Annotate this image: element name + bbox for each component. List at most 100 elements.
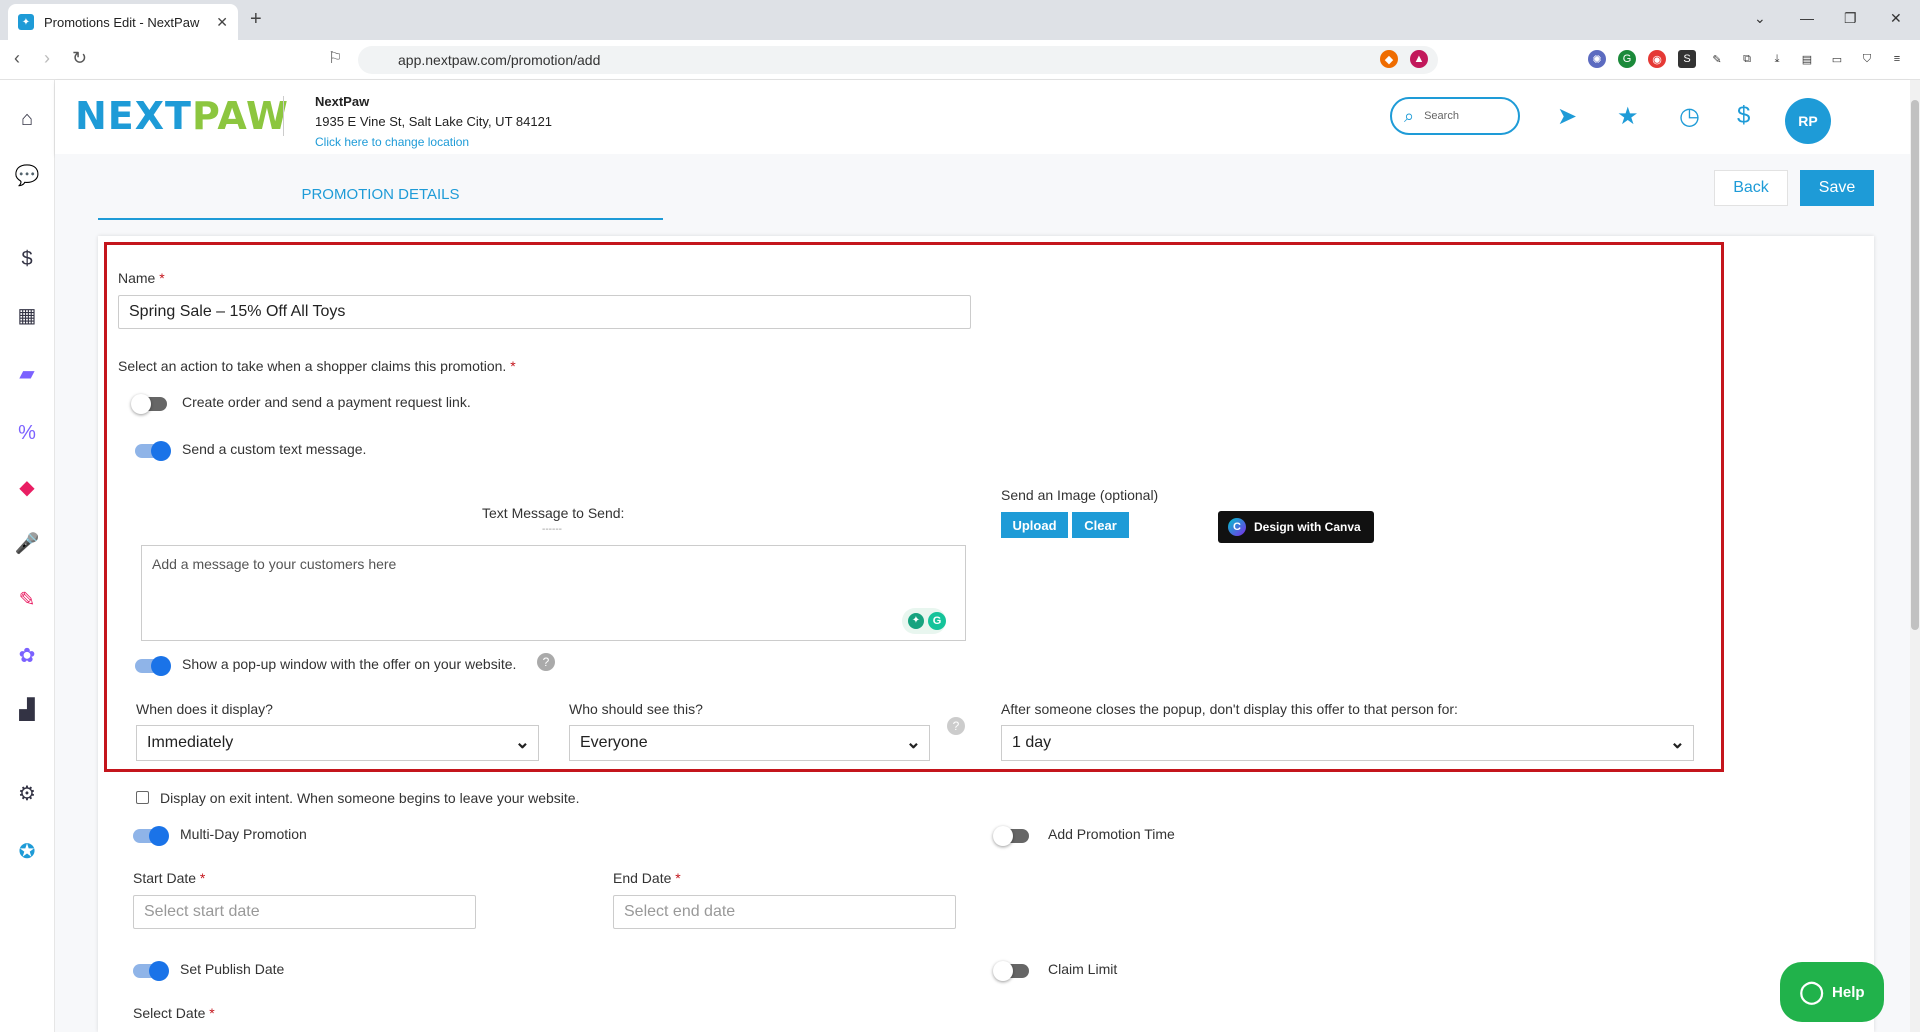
brave-shield-icon[interactable]: ◆ — [1380, 50, 1398, 68]
search-input[interactable]: ⌕ Search — [1390, 97, 1520, 135]
analytics-icon[interactable]: ▟ — [14, 696, 40, 722]
bookmark-icon[interactable]: ⚐ — [328, 48, 342, 68]
who-help-icon[interactable]: ? — [947, 717, 965, 735]
popup-label: Show a pop-up window with the offer on y… — [182, 656, 517, 672]
header-divider — [283, 96, 284, 136]
message-placeholder: Add a message to your customers here — [152, 556, 397, 572]
avatar[interactable]: RP — [1785, 98, 1831, 144]
book-icon[interactable]: ✎ — [14, 586, 40, 612]
toggle-knob — [993, 961, 1013, 981]
reviews-icon[interactable]: ★ — [1617, 102, 1639, 131]
scrollbar-thumb[interactable] — [1911, 100, 1919, 630]
exit-intent-checkbox[interactable] — [136, 791, 149, 804]
change-location-link[interactable]: Click here to change location — [315, 135, 469, 149]
publish-date-label: Set Publish Date — [180, 961, 285, 977]
ticket-icon[interactable]: ▰ — [14, 360, 40, 386]
name-label-text: Name — [118, 270, 156, 286]
tab-title: Promotions Edit - NextPaw — [44, 14, 200, 30]
tab-search-icon[interactable]: ⌄ — [1754, 10, 1766, 27]
suggestion-bulb-icon[interactable]: ✦ — [908, 613, 924, 629]
name-value: Spring Sale – 15% Off All Toys — [129, 303, 346, 320]
when-label: When does it display? — [136, 701, 273, 717]
multi-day-toggle[interactable] — [133, 826, 169, 846]
url-field[interactable]: app.nextpaw.com/promotion/add — [358, 46, 1438, 74]
business-name: NextPaw — [315, 94, 370, 109]
nextpaw-logo[interactable]: NEXTPAW — [75, 94, 289, 138]
start-date-field[interactable]: Select start date — [133, 895, 476, 929]
extension-red-icon[interactable]: ◉ — [1648, 50, 1666, 68]
promotion-icon[interactable]: % — [14, 420, 40, 446]
extension-s-icon[interactable]: S — [1678, 50, 1696, 68]
tag-icon[interactable]: ◆ — [14, 474, 40, 500]
award-icon[interactable]: ✪ — [14, 838, 40, 864]
required-mark: * — [510, 358, 516, 374]
download-icon[interactable]: ⤓ — [1768, 50, 1786, 68]
send-icon[interactable]: ➤ — [1557, 102, 1577, 131]
help-button[interactable]: ◯ Help — [1780, 962, 1884, 1022]
minimize-icon[interactable]: — — [1800, 10, 1814, 26]
after-select[interactable]: 1 day ⌄ — [1001, 725, 1694, 761]
canva-label: Design with Canva — [1254, 520, 1361, 534]
clock-icon[interactable]: ◷ — [1679, 102, 1700, 131]
grammarly-icon[interactable]: G — [928, 612, 946, 630]
grammarly-ext-icon[interactable]: G — [1618, 50, 1636, 68]
when-select[interactable]: Immediately ⌄ — [136, 725, 539, 761]
exit-intent-label: Display on exit intent. When someone beg… — [160, 790, 580, 806]
reload-icon[interactable]: ↻ — [72, 48, 87, 69]
required-mark: * — [159, 270, 165, 286]
browser-tab[interactable]: ✦ Promotions Edit - NextPaw ✕ — [8, 4, 238, 40]
create-order-label: Create order and send a payment request … — [182, 394, 471, 410]
after-label: After someone closes the popup, don't di… — [1001, 701, 1458, 717]
save-button[interactable]: Save — [1800, 170, 1874, 206]
text-message-divider: ------ — [542, 524, 562, 535]
name-label: Name * — [118, 270, 165, 286]
add-time-toggle[interactable] — [993, 826, 1029, 846]
sidebar-toggle-icon[interactable]: ▤ — [1798, 50, 1816, 68]
back-nav-icon[interactable]: ‹ — [14, 48, 20, 69]
wallet-icon[interactable]: ▭ — [1828, 50, 1846, 68]
popup-help-icon[interactable]: ? — [537, 653, 555, 671]
settings-icon[interactable]: ⚙ — [14, 780, 40, 806]
forward-nav-icon[interactable]: › — [44, 48, 50, 69]
vpn-icon[interactable]: ⛉ — [1858, 50, 1876, 68]
restore-icon[interactable]: ❐ — [1844, 10, 1857, 27]
extensions-puzzle-icon[interactable]: ⧉ — [1738, 50, 1756, 68]
extension-pen-icon[interactable]: ✎ — [1708, 50, 1726, 68]
clear-button[interactable]: Clear — [1072, 512, 1129, 538]
end-date-field[interactable]: Select end date — [613, 895, 956, 929]
close-tab-icon[interactable]: ✕ — [216, 14, 228, 31]
menu-icon[interactable]: ≡ — [1888, 50, 1906, 68]
gift-icon[interactable]: ✿ — [14, 642, 40, 668]
who-select[interactable]: Everyone ⌄ — [569, 725, 930, 761]
claim-limit-toggle[interactable] — [993, 961, 1029, 981]
back-button[interactable]: Back — [1714, 170, 1788, 206]
start-date-label-text: Start Date — [133, 870, 197, 886]
name-field[interactable]: Spring Sale – 15% Off All Toys — [118, 295, 971, 329]
new-tab-button[interactable]: + — [250, 8, 262, 31]
custom-text-label: Send a custom text message. — [182, 441, 367, 457]
close-window-icon[interactable]: ✕ — [1890, 10, 1902, 27]
required-mark: * — [209, 1005, 215, 1021]
custom-text-toggle[interactable] — [135, 441, 171, 461]
extension-star-icon[interactable]: ✺ — [1588, 50, 1606, 68]
publish-date-toggle[interactable] — [133, 961, 169, 981]
canva-logo-icon: C — [1228, 518, 1246, 536]
payment-icon[interactable]: $ — [1737, 102, 1750, 130]
browser-tab-bar: ✦ Promotions Edit - NextPaw ✕ + ⌄ — ❐ ✕ — [0, 0, 1920, 40]
microphone-icon[interactable]: 🎤 — [14, 530, 40, 556]
dollar-icon[interactable]: $ — [14, 246, 40, 272]
design-with-canva-button[interactable]: C Design with Canva — [1218, 511, 1374, 543]
store-icon[interactable]: ▦ — [14, 302, 40, 328]
brave-rewards-icon[interactable]: ▲ — [1410, 50, 1428, 68]
message-textarea[interactable]: Add a message to your customers here ✦ G — [141, 545, 966, 641]
scrollbar[interactable] — [1910, 80, 1920, 1032]
tab-promotion-details[interactable]: PROMOTION DETAILS — [98, 170, 663, 220]
upload-button[interactable]: Upload — [1001, 512, 1068, 538]
popup-toggle[interactable] — [135, 656, 171, 676]
select-date-label: Select Date * — [133, 1005, 215, 1021]
home-icon[interactable]: ⌂ — [14, 106, 40, 132]
create-order-toggle[interactable] — [131, 394, 167, 414]
end-date-label: End Date * — [613, 870, 681, 886]
chat-icon[interactable]: 💬 — [14, 162, 40, 188]
when-value: Immediately — [147, 734, 234, 751]
